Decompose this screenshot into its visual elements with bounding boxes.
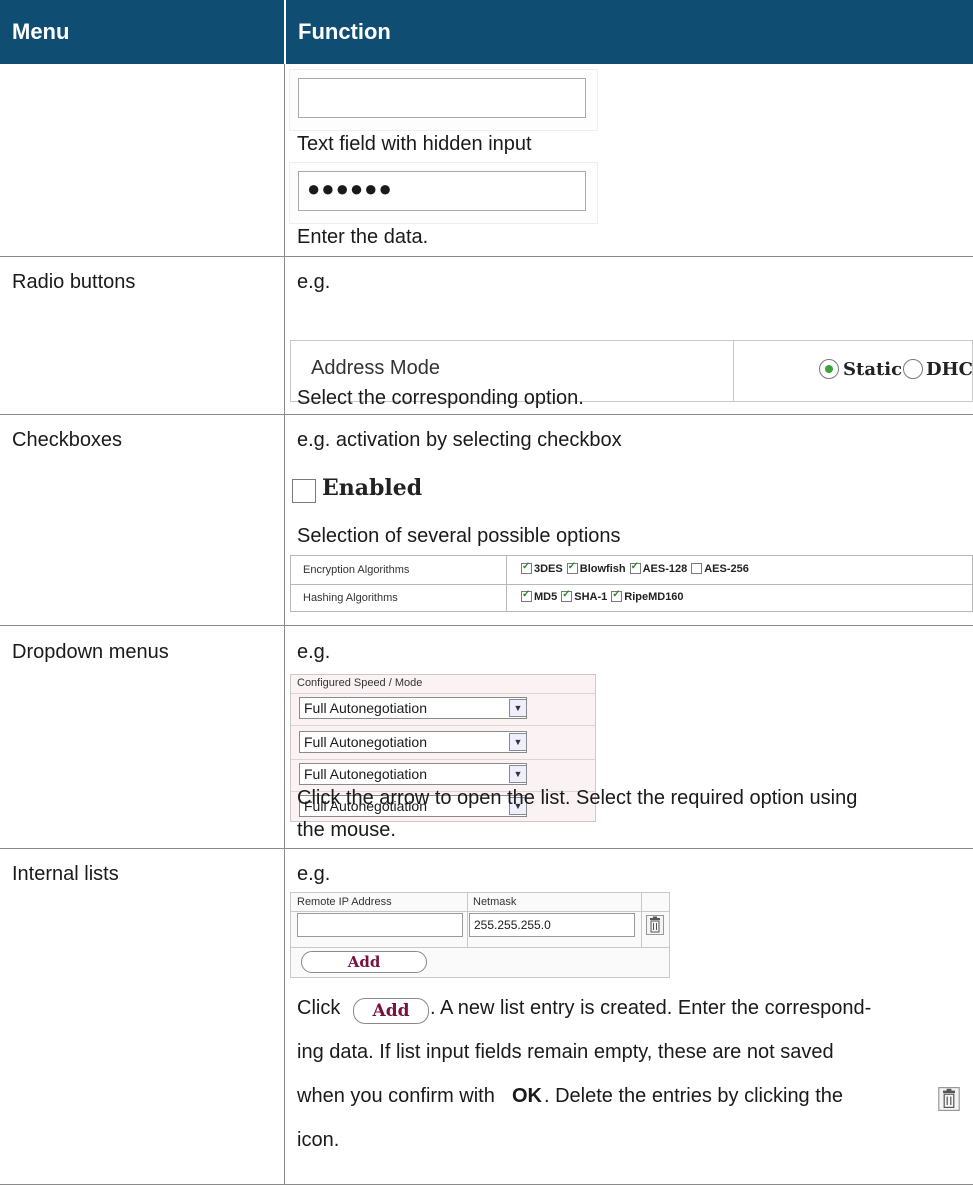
chevron-down-icon[interactable]: ▼ <box>509 733 527 751</box>
row-divider <box>0 625 973 626</box>
add-button-inline: Add <box>353 998 429 1024</box>
hashing-checkbox[interactable] <box>611 589 623 602</box>
encryption-checkbox[interactable] <box>566 561 578 574</box>
hashing-row: Hashing Algorithms MD5 SHA-1 RipeMD160 <box>291 584 972 612</box>
internal-list-example: Remote IP Address Netmask 255.255.255.0 … <box>290 892 670 978</box>
enter-data-text: Enter the data. <box>297 226 429 248</box>
hashing-label: Hashing Algorithms <box>291 584 507 612</box>
radio-eg: e.g. <box>297 271 331 293</box>
trash-icon <box>938 1087 960 1111</box>
menu-label-internal-lists: Internal lists <box>12 863 119 885</box>
select-value: Full Autonegotiation <box>304 700 427 716</box>
hashing-option[interactable]: RipeMD160 <box>611 589 684 603</box>
trash-icon[interactable] <box>646 915 664 935</box>
remote-ip-input[interactable] <box>297 913 463 937</box>
encryption-row: Encryption Algorithms 3DES Blowfish AES-12… <box>291 556 972 585</box>
speed-mode-header: Configured Speed / Mode <box>297 677 423 689</box>
encryption-option-label: AES-128 <box>642 563 688 575</box>
hashing-option[interactable]: SHA-1 <box>561 589 608 603</box>
header-line <box>291 911 669 912</box>
dropdown-eg: e.g. <box>297 641 331 663</box>
menu-column-header: Menu <box>0 0 284 64</box>
encryption-option[interactable]: AES-128 <box>629 561 688 575</box>
masked-value: ●●●●●● <box>307 176 393 201</box>
password-field-box[interactable]: ●●●●●● <box>298 171 586 211</box>
encryption-option[interactable]: 3DES <box>521 561 563 575</box>
internal-desc-2: ing data. If list input fields remain em… <box>297 1041 834 1063</box>
internal-desc-1a: Click <box>297 997 341 1019</box>
encryption-checkbox[interactable] <box>691 563 703 574</box>
remote-ip-header: Remote IP Address <box>297 896 392 908</box>
encryption-label: Encryption Algorithms <box>291 556 507 584</box>
netmask-input[interactable]: 255.255.255.0 <box>469 913 635 937</box>
dropdown-desc-1: Click the arrow to open the list. Select… <box>297 787 858 809</box>
hashing-checkbox[interactable] <box>521 589 532 602</box>
internal-desc-3c: . Delete the entries by clicking the <box>544 1085 844 1107</box>
encryption-option-label: Blowfish <box>579 563 626 575</box>
dropdown-row-line <box>291 725 595 726</box>
panel-divider <box>733 341 734 401</box>
chevron-down-icon[interactable]: ▼ <box>509 765 527 783</box>
row-divider <box>0 414 973 415</box>
internal-eg: e.g. <box>297 863 331 885</box>
netmask-header: Netmask <box>473 896 517 908</box>
encryption-options: 3DES Blowfish AES-128 AES-256 <box>521 561 753 575</box>
hashing-checkbox[interactable] <box>561 589 573 602</box>
dropdown-row-line <box>291 759 595 760</box>
select-value: Full Autonegotiation <box>304 734 427 750</box>
checkbox-eg: e.g. activation by selecting checkbox <box>297 429 622 451</box>
row-line <box>291 947 669 948</box>
row-divider <box>0 256 973 257</box>
hashing-option[interactable]: MD5 <box>521 589 558 603</box>
menu-label-radio: Radio buttons <box>12 271 136 293</box>
menu-label-checkboxes: Checkboxes <box>12 429 123 451</box>
hidden-text-field-example[interactable]: ●●●●●● <box>290 163 597 223</box>
hashing-option-label: RipeMD160 <box>624 591 684 603</box>
column-divider <box>641 893 642 947</box>
radio-static[interactable] <box>819 359 839 379</box>
internal-desc-4: icon. <box>297 1129 340 1151</box>
encryption-option-label: AES-256 <box>704 563 749 575</box>
add-button[interactable]: Add <box>301 951 427 973</box>
ok-emphasis: OK <box>512 1085 542 1107</box>
algorithms-table: Encryption Algorithms 3DES Blowfish AES-12… <box>290 555 973 612</box>
chevron-down-icon[interactable]: ▼ <box>509 699 527 717</box>
enabled-checkbox[interactable] <box>292 479 316 503</box>
select-value: Full Autonegotiation <box>304 766 427 782</box>
encryption-option-label: 3DES <box>534 563 563 575</box>
column-divider <box>467 893 468 947</box>
internal-desc-1b: . A new list entry is created. Enter the… <box>430 997 872 1019</box>
radio-static-label: Static <box>843 359 903 380</box>
text-field-box[interactable] <box>298 78 586 118</box>
several-options-text: Selection of several possible options <box>297 525 621 547</box>
encryption-checkbox[interactable] <box>629 561 641 574</box>
function-column-header: Function <box>286 0 973 64</box>
hashing-option-label: SHA-1 <box>574 591 608 603</box>
speed-mode-select[interactable]: Full Autonegotiation ▼ <box>299 763 527 785</box>
dropdown-row-line <box>291 693 595 694</box>
enabled-label: Enabled <box>322 475 423 501</box>
row-divider <box>0 848 973 849</box>
dropdown-desc-2: the mouse. <box>297 819 396 841</box>
encryption-checkbox[interactable] <box>521 561 532 574</box>
radio-instruction: Select the corresponding option. <box>297 387 584 409</box>
hidden-input-caption: Text field with hidden input <box>297 133 532 155</box>
internal-desc-3a: when you confirm with <box>297 1085 495 1107</box>
hashing-option-label: MD5 <box>534 591 558 603</box>
encryption-option[interactable]: Blowfish <box>566 561 626 575</box>
menu-label-dropdown: Dropdown menus <box>12 641 169 663</box>
radio-dhcp-label: DHCP <box>926 359 973 380</box>
speed-mode-select[interactable]: Full Autonegotiation ▼ <box>299 731 527 753</box>
address-mode-label: Address Mode <box>311 357 440 379</box>
hashing-options: MD5 SHA-1 RipeMD160 <box>521 589 688 603</box>
encryption-option[interactable]: AES-256 <box>691 563 749 575</box>
radio-dhcp[interactable] <box>903 359 923 379</box>
text-field-example[interactable] <box>290 70 597 130</box>
speed-mode-select[interactable]: Full Autonegotiation ▼ <box>299 697 527 719</box>
